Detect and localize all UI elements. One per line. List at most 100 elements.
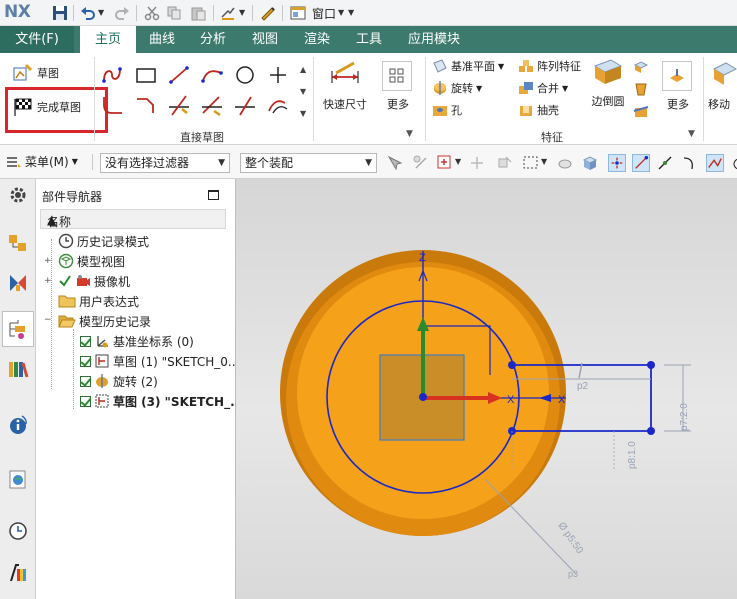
face-select-icon[interactable] [496,154,514,172]
sketch-button[interactable]: 草图 [12,63,59,83]
edge-blend-button[interactable]: 边倒圆 [588,56,628,109]
solid-body-select-icon[interactable] [556,154,574,172]
expand-icon[interactable]: + [44,256,52,266]
move-face-button[interactable]: 移动 [708,59,737,112]
revolve-dropdown-icon[interactable]: ▼ [476,84,482,93]
visibility-checkbox[interactable] [80,335,91,347]
draft-icon[interactable] [633,81,649,97]
revolve-button[interactable]: 旋转 ▼ [432,78,482,98]
snap-point-icon[interactable] [608,154,626,172]
tree-item-cameras[interactable]: 摄像机 [58,271,130,291]
tree-item-history-mode[interactable]: 历史记录模式 [58,231,149,251]
more-label-1[interactable]: 更多 [378,96,418,112]
web-browser-icon[interactable] [7,467,29,491]
feature-group-menu-icon[interactable]: ▼ [688,129,695,139]
more-label-2[interactable]: 更多 [660,96,696,112]
sketch-point[interactable] [647,427,655,435]
general-select-filter-icon[interactable] [386,154,404,172]
tree-item-model-history[interactable]: 模型历史记录 [58,311,151,331]
datum-plane-button[interactable]: 基准平面 ▼ [432,56,504,76]
undo-icon[interactable] [80,5,96,21]
sketch-point[interactable] [508,361,516,369]
toolbar-options-icon[interactable]: ▼ [348,8,354,17]
expand-icon[interactable]: + [44,276,52,286]
line-icon[interactable] [166,63,192,87]
dim-p8-label[interactable]: p8:1.0 [627,441,638,469]
midpoint-snap-icon[interactable] [656,154,674,172]
cut-icon[interactable] [144,5,160,21]
rectangle-select-dropdown-icon[interactable]: ▼ [541,157,547,166]
visibility-checkbox[interactable] [80,395,91,407]
redo-icon[interactable] [114,5,130,21]
select-all-dropdown-icon[interactable]: ▼ [455,157,461,166]
type-filter-dropdown[interactable]: 没有选择过滤器 ▼ [100,153,230,173]
copy-icon[interactable] [166,5,182,21]
visibility-checkbox[interactable] [80,375,91,387]
tree-item-model-views[interactable]: 模型视图 [58,251,125,271]
select-all-icon[interactable] [436,154,454,172]
origin-point[interactable] [419,393,427,401]
tab-view[interactable]: 视图 [241,26,289,53]
tab-tools[interactable]: 工具 [345,26,393,53]
history-icon[interactable] [7,519,29,543]
tree-item-sketch-1[interactable]: 草图 (1) "SKETCH_0... [80,351,239,371]
tab-home[interactable]: 主页 [80,26,136,54]
more-button-1[interactable] [382,61,412,91]
touch-mode-icon[interactable] [260,5,276,21]
tab-file[interactable]: 文件(F) [0,26,74,53]
unite-button[interactable]: 合并 ▼ [518,78,568,98]
dim-p3-label[interactable]: p3 [568,569,578,579]
endpoint-snap-icon[interactable] [632,154,650,172]
cube-select-icon[interactable] [581,154,599,172]
window-icon[interactable] [290,5,306,21]
datum-plane-dropdown-icon[interactable]: ▼ [498,62,504,71]
gallery-scroll-down-icon[interactable]: ▼ [300,87,306,96]
selection-scope-dropdown[interactable]: 整个装配 ▼ [240,153,377,173]
graphics-window[interactable]: Z X X p2 p7:2.0 p8:1.0 Ø p5:50 p3 [236,179,737,599]
quick-trim-icon[interactable] [166,93,192,117]
system-materials-icon[interactable] [7,561,29,585]
dim-p7-label[interactable]: p7:2.0 [679,403,690,431]
intersection-snap-icon[interactable] [706,154,724,172]
unite-dropdown-icon[interactable]: ▼ [562,84,568,93]
reuse-library-icon[interactable] [7,357,29,381]
tab-curve[interactable]: 曲线 [138,26,186,53]
quick-extend-icon[interactable] [199,93,225,117]
dim-p2-label[interactable]: p2 [577,381,589,392]
navigator-column-header[interactable]: 名称 ▲ [40,209,226,229]
quick-dimension-button[interactable]: 快速尺寸 [320,59,370,112]
rectangle-icon[interactable] [133,63,159,87]
circle-icon[interactable] [232,63,258,87]
gear-icon[interactable] [7,183,29,207]
tab-application[interactable]: 应用模块 [400,26,468,53]
window-menu[interactable]: 窗口 [312,5,336,22]
tree-item-revolve-2[interactable]: 旋转 (2) [80,371,158,391]
save-icon[interactable] [52,5,68,21]
rectangle-select-icon[interactable] [522,154,540,172]
maximize-icon[interactable] [208,190,219,200]
point-icon[interactable] [265,63,291,87]
repeat-command-icon[interactable] [220,5,236,21]
main-menu-button[interactable]: 菜单(M) ▼ [6,153,78,170]
chamfer-feature-icon[interactable] [633,59,649,75]
undo-dropdown-icon[interactable]: ▼ [98,8,104,17]
remove-filter-icon[interactable] [412,154,430,172]
sketch-point[interactable] [647,361,655,369]
constraint-navigator-icon[interactable] [7,271,29,295]
direct-sketch-group-menu-icon[interactable]: ▼ [406,129,413,139]
feature-select-icon[interactable] [468,154,486,172]
tree-item-datum-csys[interactable]: 基准坐标系 (0) [80,331,194,351]
chamfer-icon[interactable] [133,93,159,117]
info-icon[interactable] [7,413,29,437]
curve-snap-icon[interactable] [680,154,698,172]
visibility-checkbox[interactable] [80,355,91,367]
pattern-feature-button[interactable]: 阵列特征 [518,56,581,76]
shell-button[interactable]: 抽壳 [518,100,559,120]
tab-render[interactable]: 渲染 [293,26,341,53]
part-navigator-tab[interactable] [2,311,34,347]
tree-item-user-expressions[interactable]: 用户表达式 [58,291,139,311]
sort-ascending-icon[interactable]: ▲ [47,213,56,227]
more-button-2[interactable] [662,61,692,91]
dim-p5-label[interactable]: Ø p5:50 [556,520,586,556]
paste-icon[interactable] [190,5,206,21]
